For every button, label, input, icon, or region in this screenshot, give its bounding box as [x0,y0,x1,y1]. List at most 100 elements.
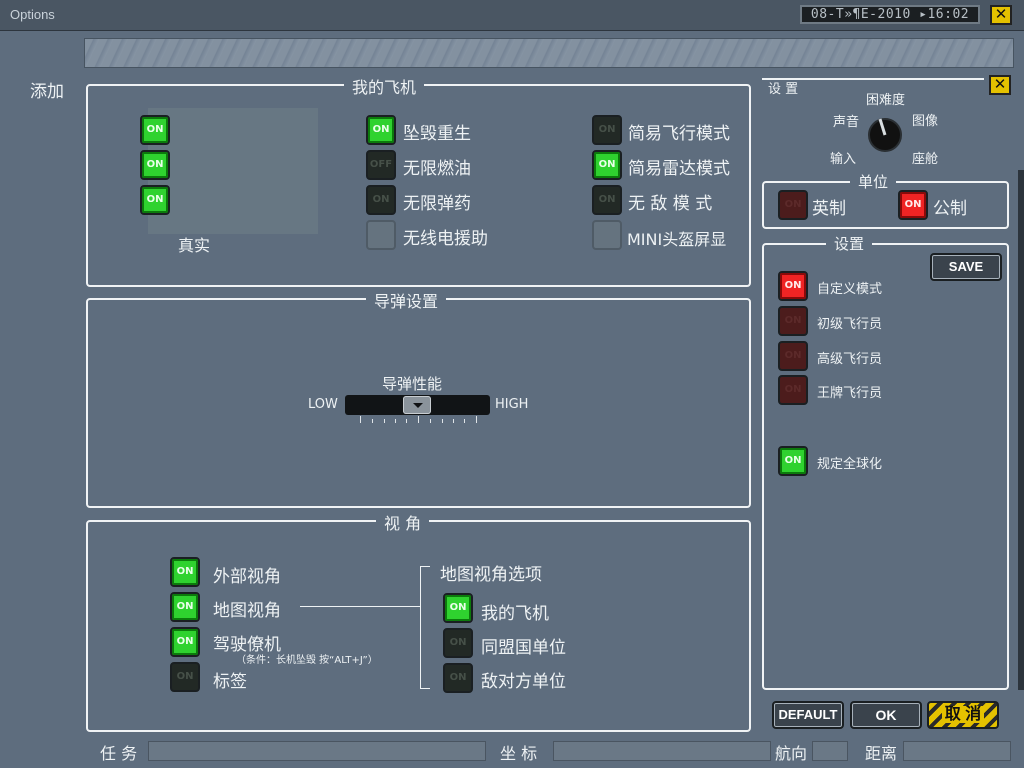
imperial-toggle[interactable]: ON [778,190,808,220]
chevron-down-icon [413,403,423,408]
view-title: 视 角 [376,510,430,534]
globalize-toggle[interactable]: ON [778,446,808,476]
dial-label-graphics: 图像 [912,114,939,129]
imperial-label: 英制 [812,199,846,219]
metric-toggle[interactable]: ON [898,190,928,220]
distance-field [903,741,1011,761]
easy-flight-label: 简易飞行模式 [628,124,730,144]
save-button[interactable]: SAVE [930,253,1002,281]
unlimited-fuel-label: 无限燃油 [403,159,471,179]
respawn-label: 坠毁重生 [403,124,471,144]
task-field [148,741,486,761]
ace-pilot-label: 王牌飞行员 [817,386,883,401]
settings-title: 设 置 [768,82,799,97]
window-title: Options [10,7,55,22]
dial-label-sound: 声音 [833,115,860,130]
close-icon[interactable]: ✕ [990,5,1012,25]
dial-label-input: 输入 [830,152,857,167]
heading-label: 航向 [775,744,808,763]
cancel-button[interactable]: 取 消 [927,701,999,729]
respawn-toggle[interactable]: ON [366,115,396,145]
coord-label: 坐 标 [500,744,538,763]
title-bar: Options 08-T»¶E-2010 ▸16:02 ✕ [0,0,1024,31]
distance-label: 距离 [865,744,898,763]
mini-hud-toggle[interactable] [592,220,622,250]
map-view-label: 地图视角 [213,601,281,621]
easy-flight-toggle[interactable]: ON [592,115,622,145]
slider-tick [476,416,477,423]
advanced-pilot-label: 高级飞行员 [817,352,883,367]
missile-performance-label: 导弹性能 [382,375,443,393]
beginner-pilot-label: 初级飞行员 [817,317,883,332]
add-label: 添加 [30,82,64,102]
scrollbar[interactable] [1018,170,1024,690]
slider-tick [464,419,465,423]
radio-assist-toggle[interactable] [366,220,396,250]
map-strip [84,38,1014,68]
slider-tick [360,416,361,423]
metric-label: 公制 [933,199,967,219]
slider-tick [395,419,396,423]
globalize-label: 规定全球化 [817,457,883,472]
map-enemy-toggle[interactable]: ON [443,663,473,693]
date-time-display: 08-T»¶E-2010 ▸16:02 [800,5,980,24]
map-my-aircraft-label: 我的飞机 [481,604,549,624]
units-title: 单位 [850,171,897,192]
easy-radar-label: 简易雷达模式 [628,159,730,179]
realism-label: 真实 [178,236,211,255]
bracket-line [420,566,430,567]
realism-toggle-2[interactable]: ON [140,150,170,180]
map-my-aircraft-toggle[interactable]: ON [443,593,473,623]
unlimited-ammo-label: 无限弹药 [403,194,471,214]
view-panel: 视 角 [86,510,751,732]
external-view-toggle[interactable]: ON [170,557,200,587]
bracket-line [420,688,430,689]
slider-tick [430,419,431,423]
mini-hud-label: MINI头盔屏显 [627,230,727,249]
easy-radar-toggle[interactable]: ON [592,150,622,180]
map-view-toggle[interactable]: ON [170,592,200,622]
ace-pilot-toggle[interactable]: ON [778,375,808,405]
dial-label-difficulty: 困难度 [866,93,906,108]
labels-label: 标签 [213,672,247,692]
unlimited-ammo-toggle[interactable]: ON [366,185,396,215]
slider-high-label: HIGH [495,397,529,412]
dial-label-cockpit: 座舱 [912,152,939,167]
map-enemy-label: 敌对方单位 [481,672,566,692]
ok-button[interactable]: OK [850,701,922,729]
invincible-toggle[interactable]: ON [592,185,622,215]
realism-toggle-1[interactable]: ON [140,115,170,145]
labels-toggle[interactable]: ON [170,662,200,692]
settings-dial[interactable] [866,113,904,157]
map-allied-toggle[interactable]: ON [443,628,473,658]
task-label: 任 务 [100,744,138,763]
unlimited-fuel-toggle[interactable]: OFF [366,150,396,180]
map-allied-label: 同盟国单位 [481,638,566,658]
missile-slider-handle[interactable] [403,396,431,414]
realism-toggle-3[interactable]: ON [140,185,170,215]
slider-tick [384,419,385,423]
my-aircraft-title: 我的飞机 [344,74,425,98]
heading-field [812,741,848,761]
advanced-pilot-toggle[interactable]: ON [778,341,808,371]
slider-tick [453,419,454,423]
invincible-label: 无 敌 模 式 [628,194,713,214]
connector-line [300,606,420,607]
custom-mode-label: 自定义模式 [817,282,883,297]
missile-title: 导弹设置 [366,288,447,312]
realism-preview [148,108,318,234]
slider-low-label: LOW [308,397,338,412]
beginner-pilot-toggle[interactable]: ON [778,306,808,336]
default-button[interactable]: DEFAULT [772,701,844,729]
close-icon[interactable]: ✕ [989,75,1011,95]
wingman-view-toggle[interactable]: ON [170,627,200,657]
map-options-title: 地图视角选项 [440,565,542,585]
external-view-label: 外部视角 [213,567,281,587]
config-title: 设置 [826,233,873,254]
radio-assist-label: 无线电援助 [403,229,488,249]
slider-tick [372,419,373,423]
bracket-line [420,566,421,688]
custom-mode-toggle[interactable]: ON [778,271,808,301]
dial-knob-icon [868,118,902,152]
slider-tick [418,416,419,423]
